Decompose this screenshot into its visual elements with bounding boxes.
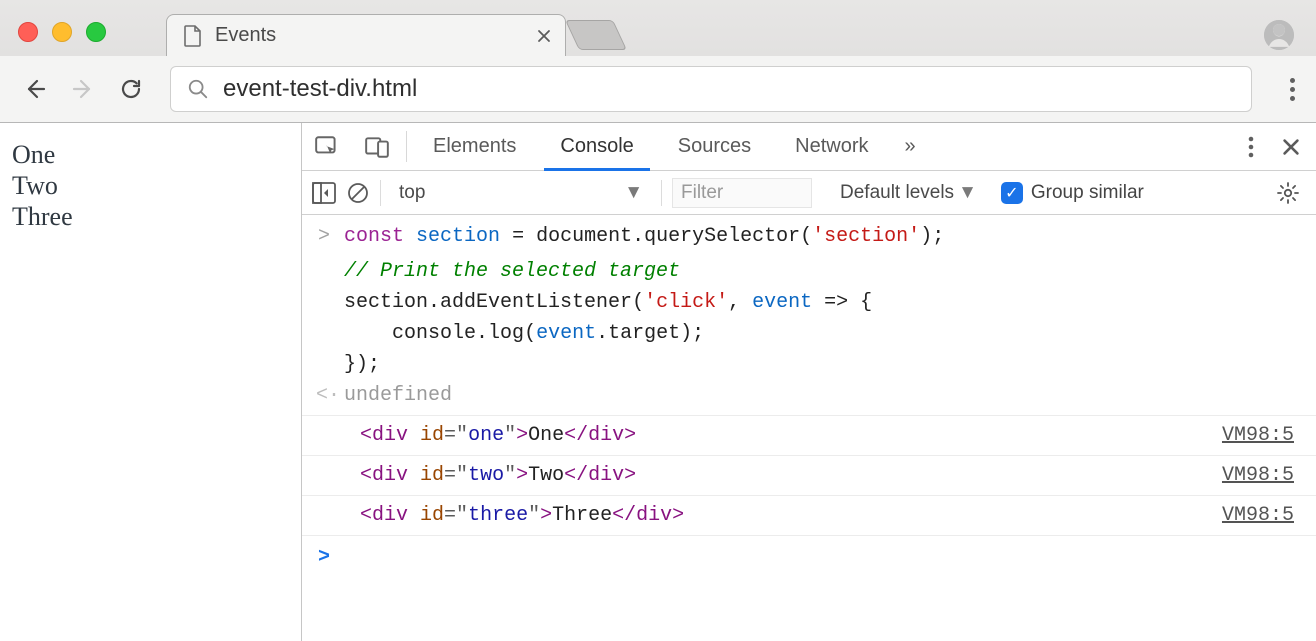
reload-button[interactable] — [114, 72, 148, 106]
devtools-tab-sources[interactable]: Sources — [656, 123, 773, 170]
devtools-menu-button[interactable] — [1236, 136, 1266, 158]
window-close-button[interactable] — [18, 22, 38, 42]
tab-label: Sources — [678, 135, 751, 158]
tab-strip: Events — [0, 0, 1316, 56]
console-input-line: // Print the selected target — [302, 256, 1316, 287]
logged-element: <div id="two">Two</div> — [332, 462, 636, 489]
page-item[interactable]: Two — [12, 170, 289, 201]
gutter — [316, 351, 332, 378]
browser-chrome: Events — [0, 0, 1316, 123]
devtools-tab-elements[interactable]: Elements — [411, 123, 538, 170]
console-filter-input[interactable] — [672, 178, 812, 208]
devtools-tabbar: Elements Console Sources Network » — [302, 123, 1316, 171]
clear-console-button[interactable] — [346, 181, 370, 205]
devtools-tab-console[interactable]: Console — [538, 123, 655, 170]
window-minimize-button[interactable] — [52, 22, 72, 42]
logged-element: <div id="one">One</div> — [332, 422, 636, 449]
console-log-row[interactable]: <div id="one">One</div> VM98:5 — [302, 416, 1316, 456]
forward-button[interactable] — [66, 72, 100, 106]
separator — [661, 180, 662, 206]
console-log-row[interactable]: <div id="two">Two</div> VM98:5 — [302, 456, 1316, 496]
prompt-chevron-icon: > — [316, 544, 332, 571]
checkbox-checked-icon: ✓ — [1001, 182, 1023, 204]
log-source-link[interactable]: VM98:5 — [1222, 502, 1302, 529]
console-input-line: > const section = document.querySelector(… — [302, 221, 1316, 252]
console-return-row: <· undefined — [302, 380, 1316, 416]
console-input-line: section.addEventListener('click', event … — [302, 287, 1316, 318]
page-viewport[interactable]: One Two Three — [0, 123, 302, 641]
search-icon — [187, 78, 209, 100]
devtools-close-button[interactable] — [1266, 138, 1316, 156]
devtools-tabs-overflow[interactable]: » — [891, 123, 930, 170]
tab-label: Network — [795, 135, 868, 158]
console-toolbar: top ▼ Default levels ▼ ✓ Group similar — [302, 171, 1316, 215]
tab-label: Elements — [433, 135, 516, 158]
caret-down-icon: ▼ — [624, 182, 643, 204]
group-similar-toggle[interactable]: ✓ Group similar — [1001, 182, 1144, 204]
console-input-line: console.log(event.target); — [302, 318, 1316, 349]
levels-label: Default levels — [840, 182, 954, 204]
console-input-line: }); — [302, 349, 1316, 380]
context-label: top — [399, 182, 425, 204]
gutter — [316, 258, 332, 285]
device-toolbar-button[interactable] — [352, 123, 402, 170]
console-sidebar-toggle[interactable] — [312, 182, 336, 204]
devtools-tab-network[interactable]: Network — [773, 123, 890, 170]
code-text: }); — [344, 351, 380, 378]
page-item[interactable]: One — [12, 139, 289, 170]
caret-down-icon: ▼ — [958, 182, 977, 204]
return-value: undefined — [344, 382, 452, 409]
separator — [380, 180, 381, 206]
group-similar-label: Group similar — [1031, 182, 1144, 204]
code-text: console.log(event.target); — [344, 320, 704, 347]
tab-label: Console — [560, 135, 633, 158]
code-text: const section = document.querySelector('… — [344, 223, 944, 250]
log-source-link[interactable]: VM98:5 — [1222, 422, 1302, 449]
inspect-element-button[interactable] — [302, 123, 352, 170]
page-item[interactable]: Three — [12, 201, 289, 232]
console-input-block: > const section = document.querySelector(… — [302, 221, 1316, 380]
tab-title: Events — [215, 24, 525, 47]
file-icon — [183, 25, 203, 47]
console-settings-button[interactable] — [1270, 181, 1306, 205]
code-text: // Print the selected target — [344, 258, 680, 285]
browser-tab[interactable]: Events — [166, 14, 566, 56]
return-arrow-icon: <· — [316, 382, 332, 409]
tab-close-button[interactable] — [537, 29, 551, 43]
devtools-panel: Elements Console Sources Network » — [302, 123, 1316, 641]
input-chevron-icon: > — [316, 223, 332, 250]
log-source-link[interactable]: VM98:5 — [1222, 462, 1302, 489]
code-text: section.addEventListener('click', event … — [344, 289, 872, 316]
browser-menu-button[interactable] — [1278, 75, 1306, 103]
console-prompt[interactable]: > — [302, 536, 1316, 585]
console-output[interactable]: > const section = document.querySelector(… — [302, 215, 1316, 641]
logged-element: <div id="three">Three</div> — [332, 502, 684, 529]
browser-toolbar — [0, 56, 1316, 122]
back-button[interactable] — [18, 72, 52, 106]
profile-avatar[interactable] — [1264, 20, 1294, 50]
url-input[interactable] — [223, 75, 1235, 103]
window-controls — [18, 22, 106, 42]
gutter — [316, 320, 332, 347]
address-bar[interactable] — [170, 66, 1252, 112]
new-tab-button[interactable] — [565, 20, 627, 50]
gutter — [316, 289, 332, 316]
execution-context-selector[interactable]: top ▼ — [391, 180, 651, 206]
console-log-row[interactable]: <div id="three">Three</div> VM98:5 — [302, 496, 1316, 536]
log-levels-selector[interactable]: Default levels ▼ — [840, 182, 977, 204]
window-zoom-button[interactable] — [86, 22, 106, 42]
separator — [406, 131, 407, 162]
